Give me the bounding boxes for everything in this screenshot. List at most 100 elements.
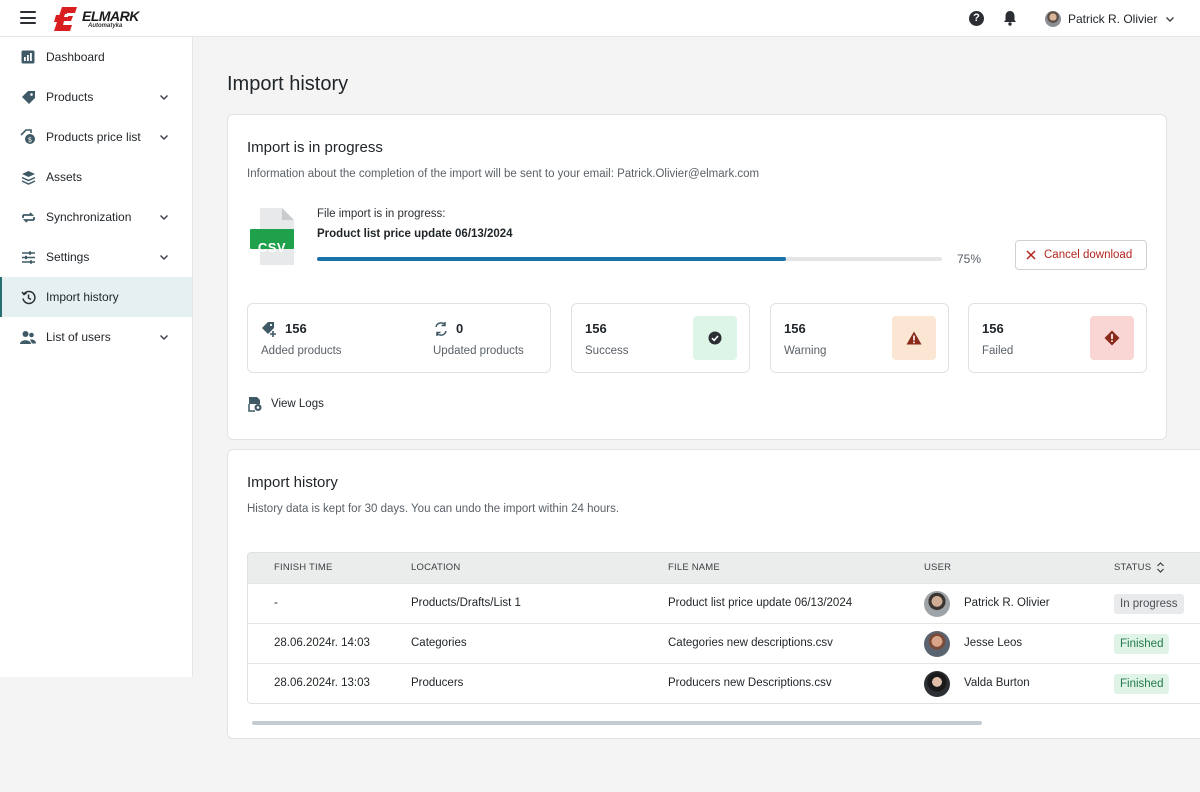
logo-mark-icon [54, 7, 77, 31]
cell-finish-time: 28.06.2024r. 14:03 [274, 637, 370, 649]
chevron-down-icon [160, 215, 168, 220]
table-row[interactable]: 28.06.2024r. 13:03 Producers Producers n… [248, 663, 1200, 703]
status-badge: Finished [1114, 634, 1170, 654]
status-badge: Finished [1114, 674, 1170, 694]
sidebar-item-label: Products [46, 90, 94, 104]
sidebar-item-label: Assets [46, 170, 83, 184]
card-title: Import history [247, 474, 338, 491]
cell-user: Valda Burton [964, 677, 1030, 689]
card-title: Import is in progress [247, 139, 383, 156]
sort-icon[interactable] [1156, 561, 1165, 574]
tag-plus-icon [262, 322, 276, 337]
view-logs-link[interactable]: View Logs [247, 396, 324, 412]
avatar [924, 631, 950, 657]
failed-badge [1090, 316, 1134, 360]
success-stats-box: 156 Success [571, 303, 750, 373]
cell-file-name: Categories new descriptions.csv [668, 637, 833, 649]
sidebar-item-import-history[interactable]: Import history [0, 277, 192, 317]
updated-products-count: 0 [456, 321, 464, 336]
chart-icon [20, 49, 36, 65]
column-header-status[interactable]: STATUS [1114, 562, 1151, 573]
sidebar-item-dashboard[interactable]: Dashboard [0, 37, 192, 77]
progress-bar-fill [317, 257, 786, 261]
refresh-icon [435, 322, 447, 336]
card-subtitle: Information about the completion of the … [247, 168, 760, 180]
added-products-label: Added products [261, 345, 342, 357]
column-header-location[interactable]: LOCATION [411, 562, 460, 573]
price-list-icon: $ [20, 129, 36, 145]
bell-icon[interactable] [1003, 10, 1017, 26]
sidebar-item-label: Import history [46, 290, 119, 304]
sidebar-item-products-price-list[interactable]: $ Products price list [0, 117, 192, 157]
success-badge [693, 316, 737, 360]
column-header-user[interactable]: USER [924, 562, 951, 573]
cell-finish-time: - [274, 597, 278, 609]
error-diamond-icon [1104, 330, 1120, 346]
hamburger-menu-icon[interactable] [20, 11, 36, 24]
cell-file-name: Product list price update 06/13/2024 [668, 597, 853, 609]
user-name: Patrick R. Olivier [1068, 12, 1158, 26]
table-row[interactable]: 28.06.2024r. 14:03 Categories Categories… [248, 623, 1200, 663]
warning-count: 156 [784, 321, 806, 336]
updated-products-label: Updated products [433, 345, 524, 357]
elmark-logo[interactable]: ELMARK Automatyka [52, 6, 142, 32]
import-history-table: FINISH TIME LOCATION FILE NAME USER STAT… [247, 552, 1200, 704]
history-icon [20, 289, 36, 305]
failed-count: 156 [982, 321, 1004, 336]
avatar [924, 591, 950, 617]
progress-bar [317, 257, 942, 261]
progress-percent: 75% [957, 252, 982, 266]
close-icon [1026, 250, 1036, 260]
sidebar-item-label: List of users [46, 330, 111, 344]
cell-location: Products/Drafts/List 1 [411, 597, 521, 609]
check-circle-icon [708, 331, 722, 345]
chevron-down-icon [160, 95, 168, 100]
products-stats-box: 156 Added products 0 Updated products [247, 303, 551, 373]
success-count: 156 [585, 321, 607, 336]
csv-file-icon [250, 208, 294, 265]
user-avatar [1045, 11, 1061, 27]
sidebar-item-label: Products price list [46, 130, 141, 144]
tag-icon [20, 89, 36, 105]
card-subtitle: History data is kept for 30 days. You ca… [247, 503, 620, 515]
chevron-down-icon [160, 255, 168, 260]
cancel-download-button[interactable]: Cancel download [1015, 240, 1147, 270]
page-title: Import history [227, 73, 349, 95]
logo-text: ELMARK [82, 8, 139, 24]
cancel-download-label: Cancel download [1044, 249, 1133, 261]
top-bar: ELMARK Automatyka ? Patrick R. Olivier [0, 0, 1200, 37]
failed-label: Failed [982, 345, 1014, 357]
sidebar-item-label: Synchronization [46, 210, 132, 224]
importing-file-name: Product list price update 06/13/2024 [317, 228, 513, 240]
cell-user: Jesse Leos [964, 637, 1023, 649]
users-icon [20, 329, 36, 345]
sliders-icon [20, 249, 36, 265]
table-row[interactable]: - Products/Drafts/List 1 Product list pr… [248, 583, 1200, 623]
chevron-down-icon [1166, 17, 1175, 22]
warning-triangle-icon [906, 331, 922, 345]
sidebar-item-products[interactable]: Products [0, 77, 192, 117]
column-header-file-name[interactable]: FILE NAME [668, 562, 720, 573]
status-badge: In progress [1114, 594, 1184, 614]
column-header-finish-time[interactable]: FINISH TIME [274, 562, 333, 573]
svg-text:$: $ [28, 136, 32, 144]
cell-user: Patrick R. Olivier [964, 597, 1050, 609]
import-progress-card: Import is in progress Information about … [227, 114, 1167, 440]
warning-badge [892, 316, 936, 360]
user-menu[interactable]: Patrick R. Olivier [1045, 9, 1176, 29]
sidebar-item-settings[interactable]: Settings [0, 237, 192, 277]
sidebar-item-synchronization[interactable]: Synchronization [0, 197, 192, 237]
success-label: Success [585, 345, 629, 357]
sidebar: Dashboard Products $ Products price list… [0, 37, 193, 677]
sidebar-item-list-of-users[interactable]: List of users [0, 317, 192, 357]
sync-icon [20, 209, 36, 225]
warning-stats-box: 156 Warning [770, 303, 949, 373]
cell-location: Producers [411, 677, 464, 689]
avatar [924, 671, 950, 697]
chevron-down-icon [160, 335, 168, 340]
horizontal-scrollbar[interactable] [252, 721, 982, 725]
help-icon[interactable]: ? [969, 11, 984, 26]
csv-badge-label: CSV [257, 240, 287, 255]
sidebar-item-assets[interactable]: Assets [0, 157, 192, 197]
sidebar-item-label: Settings [46, 250, 90, 264]
